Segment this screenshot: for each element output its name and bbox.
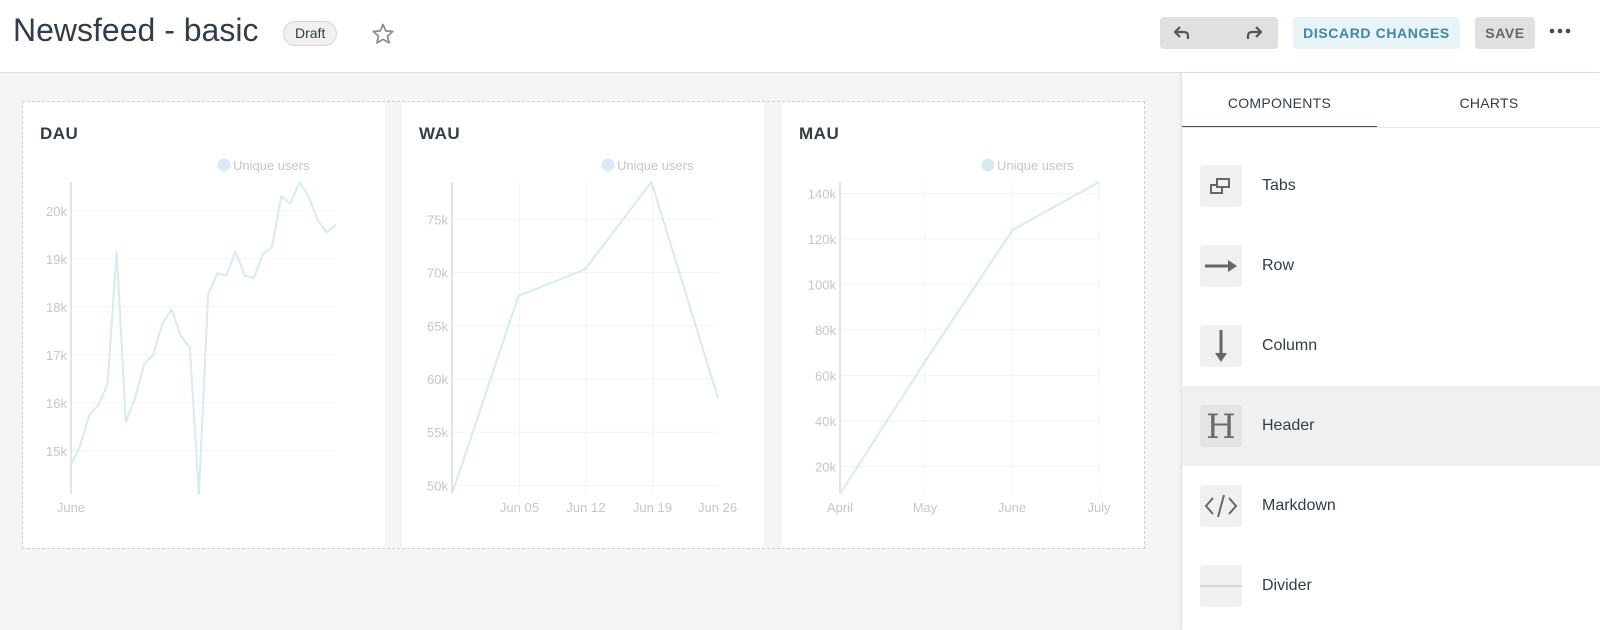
y-tick-label: 100k (808, 277, 837, 292)
svg-text:H: H (1206, 407, 1236, 447)
x-tick-label: June (998, 500, 1026, 515)
save-button[interactable]: SAVE (1475, 17, 1535, 49)
dashboard-header: Newsfeed - basic Draft DISCARD CHANGES S… (0, 0, 1600, 73)
y-tick-label: 19k (46, 252, 67, 267)
y-tick-label: 60k (427, 372, 448, 387)
code-icon (1200, 485, 1242, 527)
x-tick-label: June (57, 500, 85, 515)
x-tick-label: Jun 05 (500, 500, 539, 515)
component-markdown[interactable]: Markdown (1182, 466, 1600, 546)
component-column[interactable]: Column (1182, 306, 1600, 386)
tab-components[interactable]: COMPONENTS (1182, 73, 1377, 128)
chart-title: WAU (419, 124, 461, 143)
y-tick-label: 18k (46, 300, 67, 315)
chart-title: DAU (40, 124, 79, 143)
more-options-icon[interactable] (1548, 22, 1572, 42)
x-tick-label: Jun 26 (698, 500, 737, 515)
star-icon[interactable] (371, 22, 395, 46)
x-tick-label: July (1087, 500, 1111, 515)
arrow-down-icon (1200, 325, 1242, 367)
chart-card-mau[interactable]: 20k 40k 60k 80k 100k 120k 140k April May June July… (782, 102, 1144, 548)
component-label: Column (1262, 337, 1318, 354)
component-label: Header (1262, 417, 1315, 434)
y-tick-label: 65k (427, 319, 448, 334)
series-line (70, 181, 337, 495)
component-label: Row (1262, 257, 1295, 274)
legend-marker (601, 158, 615, 172)
chart-title: MAU (799, 124, 840, 143)
component-row[interactable]: Row (1182, 226, 1600, 306)
y-tick-label: 16k (46, 396, 67, 411)
x-tick-label: April (827, 500, 853, 515)
undo-redo-group (1160, 17, 1278, 49)
y-tick-label: 75k (427, 212, 448, 227)
draft-badge: Draft (283, 21, 338, 46)
y-tick-label: 70k (427, 266, 448, 281)
y-tick-label: 15k (46, 444, 67, 459)
series-line (451, 181, 719, 495)
y-tick-label: 17k (46, 348, 67, 363)
wau-chart: 50k 55k 60k 65k 70k 75k Jun 05 Jun 12 Jun 19 Jun … (427, 158, 737, 515)
x-tick-label: Jun 19 (633, 500, 672, 515)
x-tick-label: Jun 12 (566, 500, 605, 515)
component-label: Divider (1262, 577, 1312, 594)
y-tick-label: 50k (427, 478, 448, 493)
component-tabs[interactable]: Tabs (1182, 146, 1600, 226)
component-header[interactable]: H Header (1182, 386, 1600, 466)
legend-label: Unique users (997, 158, 1074, 173)
y-tick-label: 140k (808, 186, 837, 201)
chart-card-wau[interactable]: 50k 55k 60k 65k 70k 75k Jun 05 Jun 12 Jun 19 Jun … (402, 102, 764, 548)
tab-divider (1182, 127, 1600, 128)
legend-marker (981, 158, 995, 172)
x-tick-label: May (913, 500, 938, 515)
y-tick-label: 120k (808, 232, 837, 247)
chart-card-dau[interactable]: 15k 16k 17k 18k 19k 20k June Unique users DAU (23, 102, 385, 548)
component-label: Tabs (1262, 177, 1296, 194)
series-line (839, 181, 1100, 495)
legend-marker (217, 158, 231, 172)
header-icon: H (1200, 405, 1242, 447)
y-tick-label: 40k (815, 414, 836, 429)
y-tick-label: 20k (46, 204, 67, 219)
y-tick-label: 60k (815, 369, 836, 384)
y-tick-label: 80k (815, 323, 836, 338)
tab-charts[interactable]: CHARTS (1377, 73, 1600, 128)
y-tick-label: 20k (815, 460, 836, 475)
mau-chart: 20k 40k 60k 80k 100k 120k 140k April May June July… (808, 158, 1111, 515)
builder-sidebar: COMPONENTS CHARTS Tabs Row Column H Head… (1181, 73, 1600, 630)
arrow-right-icon (1200, 245, 1242, 287)
y-tick-label: 55k (427, 425, 448, 440)
dashboard-title[interactable]: Newsfeed - basic (13, 12, 258, 49)
component-divider[interactable]: Divider (1182, 546, 1600, 626)
legend-label: Unique users (617, 158, 694, 173)
component-label: Markdown (1262, 497, 1336, 514)
redo-icon[interactable] (1242, 23, 1264, 43)
divider-icon (1200, 565, 1242, 607)
undo-icon[interactable] (1172, 23, 1194, 43)
dau-chart: 15k 16k 17k 18k 19k 20k June Unique users (46, 158, 337, 515)
legend-label: Unique users (233, 158, 310, 173)
discard-changes-button[interactable]: DISCARD CHANGES (1293, 17, 1460, 49)
tabs-icon (1200, 165, 1242, 207)
